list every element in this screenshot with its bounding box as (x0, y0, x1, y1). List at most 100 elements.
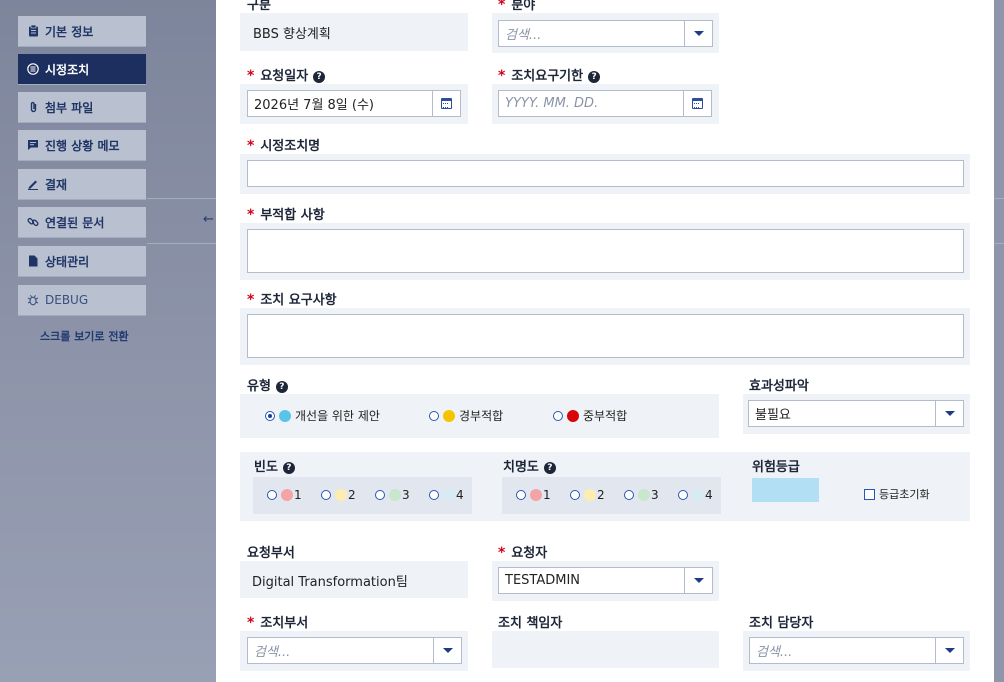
severity-option-4[interactable]: 4 (678, 488, 713, 502)
due-date-calendar-button[interactable] (683, 91, 711, 116)
help-icon[interactable]: ? (588, 71, 601, 83)
nonconformity-textarea[interactable] (247, 229, 964, 273)
sidebar-item-label: 첨부 파일 (45, 100, 94, 115)
sidebar-item-label: 진행 상황 메모 (45, 138, 120, 153)
circle-icon (443, 489, 455, 501)
circle-icon (567, 409, 579, 422)
severity-option-2[interactable]: 2 (570, 488, 605, 502)
circle-icon (443, 409, 455, 422)
action-owner-label: 조치 책임자 (498, 616, 563, 631)
nonconformity-label: * 부적합 사항 (247, 207, 325, 223)
requester-dropdown-button[interactable] (684, 568, 712, 593)
sidebar: 기본 정보 시정조치 첨부 파일 진행 상황 메모 결재 연결된 문서 상태관리… (0, 0, 217, 682)
corrective-action-form: 구분 BBS 향상계획 * 분야 검색... * 요청일자? 2026년 7월 8일… (216, 0, 994, 682)
title-input[interactable] (247, 160, 964, 187)
risk-grade-reset[interactable]: 등급초기화 (864, 486, 930, 502)
request-dept-value: Digital Transformation팀 (252, 575, 408, 590)
circle-icon (389, 489, 401, 501)
sidebar-item-basic-info[interactable]: 기본 정보 (18, 16, 146, 47)
calendar-icon (692, 98, 703, 109)
arrow-left-icon: ← (203, 212, 214, 227)
type-option-suggestion[interactable]: 개선을 위한 제안 (265, 407, 380, 424)
sidebar-item-label: 결재 (45, 177, 68, 192)
scroll-view-toggle[interactable]: 스크롤 보기로 전환 (40, 328, 129, 344)
type-option-minor[interactable]: 경부적합 (429, 407, 503, 424)
field-select[interactable]: 검색... (498, 20, 713, 47)
radio[interactable] (429, 410, 439, 421)
frequency-label: 빈도? (254, 456, 295, 475)
requirement-label: * 조치 요구사항 (247, 292, 337, 308)
bug-icon (27, 294, 39, 306)
radio[interactable] (553, 410, 563, 421)
help-icon[interactable]: ? (275, 381, 288, 393)
circle-icon (335, 489, 347, 501)
request-date-input[interactable]: 2026년 7월 8일 (수) (247, 90, 461, 117)
action-assignee-select[interactable]: 검색... (749, 637, 964, 664)
sidebar-item-attachments[interactable]: 첨부 파일 (18, 92, 146, 123)
document-icon (27, 255, 39, 267)
severity-label: 치명도? (503, 456, 556, 475)
frequency-option-3[interactable]: 3 (375, 488, 410, 502)
sidebar-item-label: 상태관리 (45, 254, 90, 269)
action-dept-select[interactable]: 검색... (247, 637, 462, 664)
chevron-down-icon (693, 31, 704, 36)
request-date-calendar-button[interactable] (432, 91, 460, 116)
sidebar-item-label: DEBUG (45, 293, 89, 307)
sidebar-item-corrective-action[interactable]: 시정조치 (18, 54, 146, 85)
sidebar-item-linked-documents[interactable]: 연결된 문서 (18, 207, 146, 238)
help-icon[interactable]: ? (543, 462, 556, 474)
circle-list-icon (27, 63, 39, 75)
field-dropdown-button[interactable] (684, 21, 712, 46)
sidebar-item-label: 연결된 문서 (45, 215, 105, 230)
action-owner-block (492, 631, 719, 668)
help-icon[interactable]: ? (282, 462, 295, 474)
sidebar-item-label: 시정조치 (45, 62, 90, 77)
link-icon (27, 216, 39, 228)
sidebar-item-approval[interactable]: 결재 (18, 169, 146, 200)
circle-icon (638, 489, 650, 501)
background-right-strip (994, 0, 1004, 682)
effectiveness-dropdown-button[interactable] (935, 401, 963, 426)
radio-selected[interactable] (265, 410, 275, 421)
severity-option-3[interactable]: 3 (624, 488, 659, 502)
sidebar-item-debug[interactable]: DEBUG (18, 285, 146, 316)
sidebar-item-status-management[interactable]: 상태관리 (18, 246, 146, 277)
circle-icon (281, 489, 293, 501)
frequency-option-1[interactable]: 1 (267, 488, 302, 502)
action-dept-dropdown-button[interactable] (433, 638, 461, 663)
category-value: BBS 향상계획 (253, 27, 331, 42)
circle-icon (279, 409, 291, 422)
requirement-textarea[interactable] (247, 314, 964, 358)
requester-select[interactable]: TESTADMIN (498, 567, 713, 594)
request-date-label: * 요청일자? (247, 65, 326, 84)
risk-grade-label: 위험등급 (752, 460, 800, 475)
message-icon (27, 139, 39, 151)
action-assignee-label: 조치 담당자 (749, 616, 814, 631)
effectiveness-label: 효과성파악 (749, 379, 809, 394)
category-label: 구분 (247, 0, 271, 13)
frequency-option-4[interactable]: 4 (429, 488, 464, 502)
request-dept-label: 요청부서 (247, 546, 295, 561)
circle-icon (584, 489, 596, 501)
action-dept-label: * 조치부서 (247, 615, 309, 631)
sidebar-item-progress-memo[interactable]: 진행 상황 메모 (18, 130, 146, 161)
circle-icon (692, 489, 704, 501)
checkbox[interactable] (864, 488, 875, 500)
severity-option-1[interactable]: 1 (516, 488, 551, 502)
frequency-option-2[interactable]: 2 (321, 488, 356, 502)
chevron-down-icon (944, 411, 955, 416)
risk-grade-indicator (752, 478, 819, 502)
chevron-down-icon (442, 648, 453, 653)
type-label: 유형? (247, 375, 288, 394)
type-option-major[interactable]: 중부적합 (553, 407, 627, 424)
requester-label: * 요청자 (498, 545, 548, 561)
chevron-down-icon (944, 648, 955, 653)
chevron-down-icon (693, 578, 704, 583)
pen-icon (27, 178, 39, 190)
field-label: * 분야 (498, 0, 536, 13)
due-date-input[interactable]: YYYY. MM. DD. (498, 90, 712, 117)
circle-icon (530, 489, 542, 501)
help-icon[interactable]: ? (313, 71, 326, 83)
effectiveness-select[interactable]: 불필요 (748, 400, 964, 427)
action-assignee-dropdown-button[interactable] (935, 638, 963, 663)
